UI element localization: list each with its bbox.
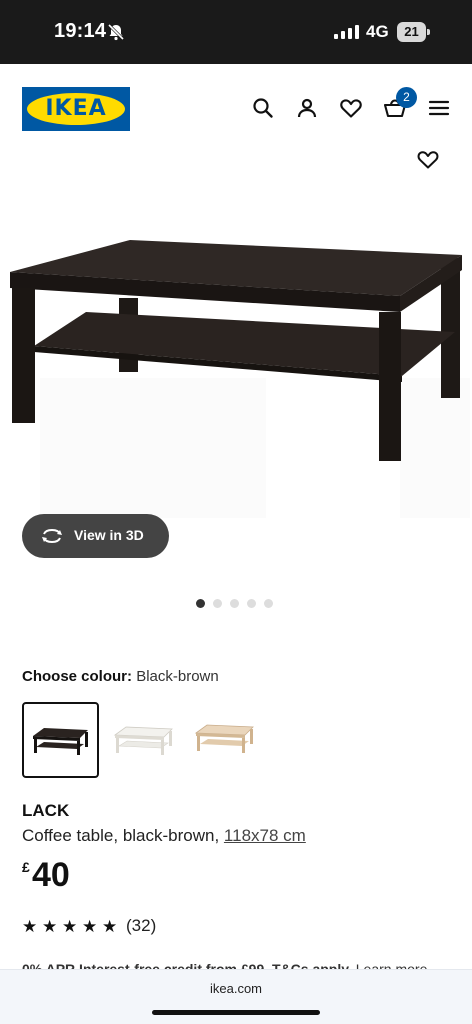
selected-colour: Black-brown [136,668,219,685]
star-icon: ★ [82,917,98,936]
ikea-logo[interactable]: IKEA [22,87,130,131]
site-header: IKEA 2 [0,64,472,148]
credit-info: 0% APR Interest-free credit from £99. T&… [22,957,472,969]
status-bar: 19:14 4G 21 [0,0,472,64]
star-icon: ★ [22,917,38,936]
battery-icon: 21 [397,22,431,42]
heart-icon[interactable] [339,96,363,120]
colour-swatch-black-brown[interactable] [22,702,99,778]
user-icon[interactable] [295,96,319,120]
network-type: 4G [366,22,389,41]
browser-url[interactable]: ikea.com [0,981,472,996]
star-icon: ★ [62,917,78,936]
rating-count: (32) [126,916,157,935]
carousel-dot[interactable] [196,599,205,608]
status-time: 19:14 [54,20,107,42]
cart-count-badge: 2 [396,87,417,108]
product-dimensions-link[interactable]: 118x78 cm [224,826,306,845]
carousel-dot[interactable] [247,599,256,608]
table-thumbnail-white [113,726,173,755]
product-name: LACK [22,801,70,820]
price-amount: 40 [32,856,70,894]
home-indicator[interactable] [152,1010,320,1015]
star-icon: ★ [42,917,58,936]
rotate-3d-icon [42,528,62,544]
carousel-dot[interactable] [264,599,273,608]
view-in-3d-label: View in 3D [74,527,144,543]
learn-more-link[interactable]: Learn more [352,961,428,969]
product-description: Coffee table, black-brown, 118x78 cm [22,826,306,846]
star-icon: ★ [102,917,118,936]
price-currency: £ [22,859,30,875]
colour-label: Choose colour: [22,668,133,685]
favourite-icon[interactable] [416,148,440,170]
search-icon[interactable] [251,96,275,120]
menu-icon[interactable] [427,96,451,120]
bell-muted-icon [107,23,125,41]
table-thumbnail-white-stained-oak [194,724,254,753]
carousel-dot[interactable] [213,599,222,608]
credit-text: 0% APR Interest-free credit from £99. T&… [22,961,352,969]
view-in-3d-button[interactable]: View in 3D [22,514,169,558]
colour-swatch-white-stained-oak[interactable] [188,702,265,778]
table-thumbnail-black-brown [33,728,88,755]
product-description-text: Coffee table, black-brown, [22,826,224,845]
logo-text: IKEA [45,96,107,121]
carousel-dot[interactable] [230,599,239,608]
browser-address-bar[interactable]: ikea.com [0,969,472,1024]
battery-cap [427,29,430,35]
signal-icon [334,25,359,39]
colour-swatch-white[interactable] [107,702,184,778]
battery-level: 21 [397,22,426,42]
colour-chooser-label: Choose colour: Black-brown [22,668,219,685]
